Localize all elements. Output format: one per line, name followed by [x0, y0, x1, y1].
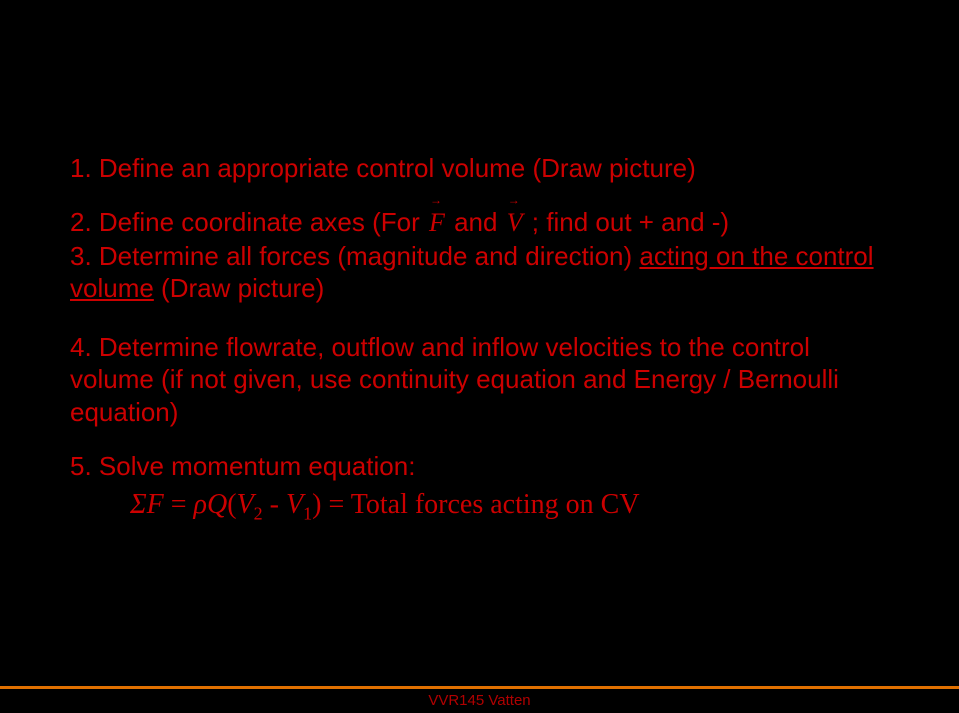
list-item: 5. Solve momentum equation: — [70, 450, 880, 483]
eq-sigmaF: ΣF — [130, 489, 164, 520]
momentum-equation: ΣF = ρQ(V2 - V1) = Total forces acting o… — [70, 489, 880, 525]
eq-rho: ρ — [194, 489, 207, 520]
list-item: 2. Define coordinate axes (For →F and →V… — [70, 206, 880, 240]
eq-text: ( — [227, 489, 236, 520]
text: (Draw picture) — [154, 273, 324, 303]
content-box: 1. Define an appropriate control volume … — [40, 132, 910, 630]
vector-F: →F — [427, 207, 447, 240]
vector-letter: F — [429, 208, 445, 237]
vector-arrow-icon: → — [508, 193, 520, 208]
text: 3. Determine all forces (magnitude and d… — [70, 241, 639, 271]
eq-text: = — [164, 489, 194, 520]
text: ; find out + and -) — [525, 207, 730, 237]
eq-Q: Q — [207, 489, 227, 520]
eq-text: - — [263, 489, 286, 520]
footer-text: VVR145 Vatten — [0, 689, 959, 713]
eq-text: = Total forces acting on CV — [321, 489, 639, 520]
list-item: 1. Define an appropriate control volume … — [70, 152, 880, 185]
slide: Methodology Using The Momentum Equation … — [0, 0, 959, 713]
text: and — [447, 207, 505, 237]
text: 2. Define coordinate axes (For — [70, 207, 427, 237]
eq-sub: 2 — [254, 503, 263, 523]
eq-V: V — [237, 489, 254, 520]
eq-V: V — [286, 489, 303, 520]
slide-title: Methodology Using The Momentum Equation … — [40, 22, 919, 104]
vector-V: →V — [505, 207, 525, 240]
footer: VVR145 Vatten — [0, 686, 959, 713]
list-item: 3. Determine all forces (magnitude and d… — [70, 240, 880, 305]
eq-sub: 1 — [303, 503, 312, 523]
list-item: 4. Determine flowrate, outflow and inflo… — [70, 331, 880, 429]
vector-letter: V — [507, 208, 523, 237]
vector-arrow-icon: → — [430, 193, 442, 208]
